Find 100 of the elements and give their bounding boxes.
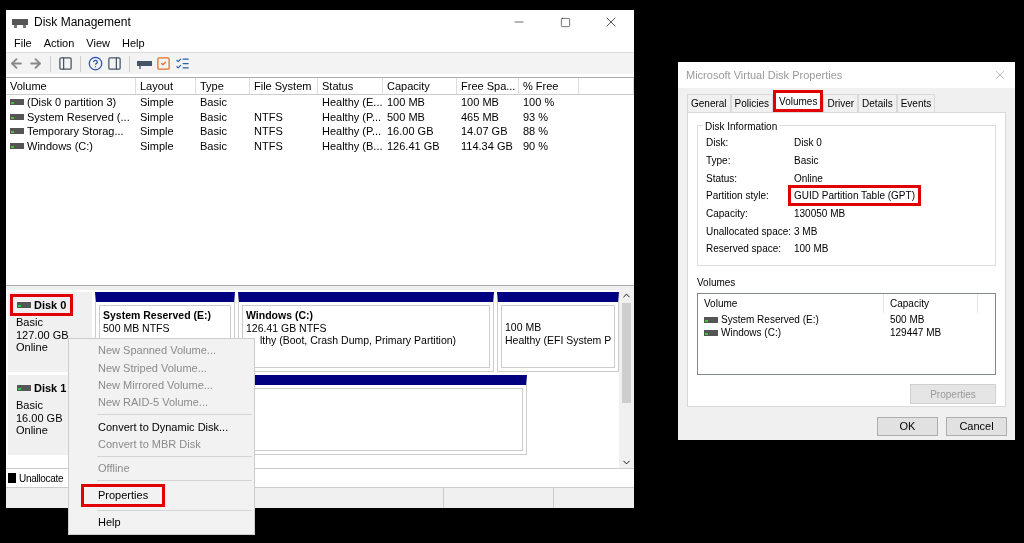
dialog-title: Microsoft Virtual Disk Properties	[686, 67, 843, 83]
table-cell-text: 500 MB	[387, 109, 425, 125]
maximize-icon	[559, 16, 571, 28]
menu-item[interactable]: File	[8, 34, 38, 52]
checkbox-icon[interactable]	[156, 56, 171, 71]
field-value: 100 MB	[794, 242, 829, 257]
menu-item[interactable]: Help	[115, 34, 151, 52]
table-cell-text: Simple	[140, 109, 174, 125]
column-header[interactable]: Capacity	[884, 294, 978, 313]
field-value: Online	[794, 171, 823, 186]
table-cell-text: 93 %	[523, 109, 549, 125]
partition-detail: 126.41 GB NTFS	[246, 321, 327, 334]
field-label: Reserved space:	[706, 242, 783, 257]
table-cell-text: NTFS	[254, 138, 283, 154]
field-value: GUID Partition Table (GPT)	[788, 185, 921, 207]
drive-icon	[10, 142, 24, 149]
disk-type: Basic	[15, 316, 43, 329]
table-cell-text: Healthy (E...	[322, 95, 383, 110]
panel-icon[interactable]	[107, 56, 122, 71]
tab[interactable]: General	[687, 94, 731, 112]
tab[interactable]: Policies	[730, 94, 774, 112]
drive-icon	[17, 302, 31, 308]
table-cell-text: Simple	[140, 124, 174, 139]
scrollbar[interactable]	[619, 290, 634, 468]
table-cell-text: 465 MB	[461, 109, 499, 125]
disk-type: Basic	[15, 399, 43, 412]
window-title: Disk Management	[34, 14, 131, 31]
dialog-button[interactable]: Cancel	[946, 417, 1007, 436]
back-arrow-icon[interactable]	[9, 56, 24, 71]
menu-item[interactable]: Help	[69, 513, 254, 532]
forward-arrow-icon[interactable]	[28, 56, 43, 71]
table-cell-text: Temporary Storag...	[27, 124, 124, 139]
list-icon[interactable]	[175, 56, 190, 71]
table-cell-text: Basic	[200, 95, 227, 110]
field-value: Basic	[794, 154, 819, 169]
partition-block[interactable]: 100 MB Healthy (EFI System P	[497, 292, 619, 372]
legend-label: Unallocate	[19, 471, 64, 486]
disk-status: Online	[15, 341, 48, 354]
disk-label[interactable]: Disk 0	[10, 294, 74, 316]
table-cell-text: 100 %	[523, 95, 555, 110]
partition-title: System Reserved (E:)	[103, 309, 211, 322]
column-header[interactable]: Status	[318, 78, 383, 94]
disk-size: 16.00 GB	[15, 411, 63, 424]
disk-status: Online	[15, 424, 48, 437]
panel-icon[interactable]	[58, 56, 73, 71]
table-cell-text: Basic	[200, 124, 227, 139]
column-header[interactable]: Free Spa...	[457, 78, 519, 94]
tab[interactable]: Volumes	[773, 90, 824, 112]
partition-title: Windows (C:)	[246, 309, 313, 322]
menu-item[interactable]: Properties	[81, 483, 166, 507]
table-cell-text: NTFS	[254, 124, 283, 139]
drive-icon	[12, 16, 28, 28]
drive-icon[interactable]	[137, 58, 152, 69]
section-title: Volumes	[697, 276, 737, 290]
column-header[interactable]: Capacity	[383, 78, 457, 94]
table-cell-text: Healthy (B...	[322, 138, 383, 154]
partition-detail: 100 MB	[505, 321, 542, 334]
column-header[interactable]: % Free	[519, 78, 579, 94]
table-cell-text: System Reserved (E:)	[721, 313, 819, 327]
field-value: Disk 0	[794, 136, 822, 151]
table-cell-text: 114.34 GB	[461, 138, 513, 154]
field-label: Disk:	[706, 136, 730, 151]
column-header[interactable]: Volume	[698, 294, 884, 313]
tab[interactable]: Driver	[823, 94, 859, 112]
table-cell-text: Healthy (P...	[322, 124, 382, 139]
table-cell-text: 500 MB	[889, 313, 926, 327]
field-label: Unallocated space:	[706, 224, 793, 239]
drive-icon	[704, 329, 718, 336]
table-cell-text: Simple	[140, 95, 174, 110]
disk-size: 127.00 GB	[15, 328, 69, 341]
menu-item[interactable]: Action	[37, 34, 81, 52]
column-header[interactable]: Layout	[136, 78, 196, 94]
drive-icon	[10, 113, 24, 120]
partition-block[interactable]: Windows (C:) 126.41 GB NTFS lthy (Boot, Crash Dump, Primary Partition)	[238, 292, 494, 372]
help-icon[interactable]	[88, 56, 103, 71]
field-label: Type:	[706, 154, 732, 169]
tab[interactable]: Events	[896, 94, 936, 112]
partition-detail: Healthy (EFI System P	[505, 333, 612, 346]
field-value: 130050 MB	[794, 207, 846, 222]
partition-detail: lthy (Boot, Crash Dump, Primary Partition)	[260, 334, 457, 347]
table-cell-text: 88 %	[523, 124, 549, 139]
table-cell-text: Basic	[200, 138, 227, 154]
table-cell-text: Simple	[140, 138, 174, 154]
table-cell-text: 16.00 GB	[387, 124, 434, 139]
table-cell-text: Windows (C:)	[721, 326, 781, 340]
table-cell-text: System Reserved (...	[27, 109, 130, 125]
field-value: 3 MB	[794, 224, 818, 239]
menu-item[interactable]: View	[80, 34, 116, 52]
tab[interactable]: Details	[858, 94, 897, 112]
column-header[interactable]: Type	[196, 78, 250, 94]
drive-icon	[10, 99, 24, 106]
legend-swatch	[8, 473, 16, 483]
column-header[interactable]: File System	[250, 78, 318, 94]
table-cell-text: 14.07 GB	[461, 124, 508, 139]
field-label: Capacity:	[706, 207, 749, 222]
column-header[interactable]: Volume	[6, 78, 136, 94]
table-cell-text: Basic	[200, 109, 227, 125]
partition-detail: 500 MB NTFS	[103, 321, 170, 334]
table-cell-text: 129447 MB	[889, 326, 943, 340]
dialog-button[interactable]: OK	[877, 417, 938, 436]
